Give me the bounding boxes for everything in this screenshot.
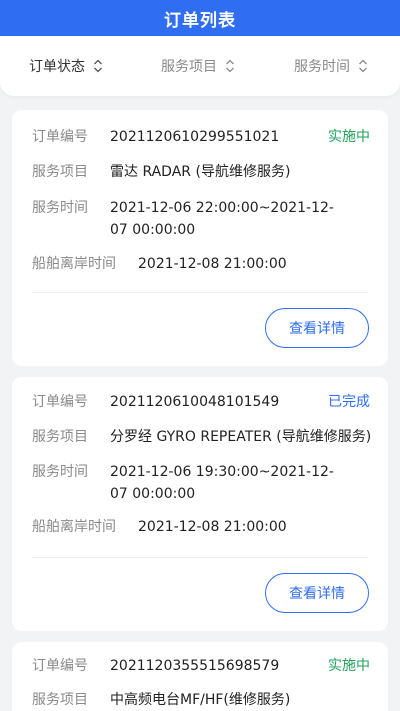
app-header: 订单列表 [0, 0, 400, 36]
filter-label: 服务时间 [294, 59, 350, 75]
filter-bar: 订单状态 服务项目 服务时间 [0, 36, 400, 96]
filter-service-item[interactable]: 服务项目 [161, 56, 235, 76]
departure-time-value: 2021-12-08 21:00:00 [138, 519, 287, 535]
divider [32, 292, 368, 293]
order-card[interactable]: 订单编号 2021120610299551021 实施中 服务项目 雷达 RAD… [12, 110, 388, 366]
service-item-label: 服务项目 [32, 429, 88, 445]
service-item-value: 雷达 RADAR (导航维修服务) [110, 164, 291, 180]
status-badge: 实施中 [328, 129, 370, 145]
filter-service-time[interactable]: 服务时间 [294, 56, 368, 76]
divider [32, 557, 368, 558]
service-time-value: 2021-12-06 22:00:00~2021-12-07 00:00:00 [110, 200, 334, 238]
departure-time-label: 船舶离岸时间 [32, 256, 116, 272]
view-details-button[interactable]: 查看详情 [265, 573, 369, 613]
filter-label: 订单状态 [29, 59, 85, 75]
service-item-value: 中高频电台MF/HF(维修服务) [110, 692, 291, 708]
order-no-label: 订单编号 [32, 658, 88, 674]
order-no-label: 订单编号 [32, 394, 88, 410]
order-no-label: 订单编号 [32, 129, 88, 145]
status-badge: 已完成 [328, 394, 370, 410]
status-badge: 实施中 [328, 658, 370, 674]
service-time-label: 服务时间 [32, 200, 88, 216]
view-details-button[interactable]: 查看详情 [265, 308, 369, 348]
service-time-row: 服务时间 2021-12-06 19:30:00~2021-12-07 00:0… [32, 461, 374, 505]
departure-time-label: 船舶离岸时间 [32, 519, 116, 535]
sort-icon [226, 59, 234, 73]
filter-order-status[interactable]: 订单状态 [29, 56, 103, 76]
order-card[interactable]: 订单编号 2021120610048101549 已完成 服务项目 分罗经 GY… [12, 377, 388, 631]
service-time-label: 服务时间 [32, 464, 88, 480]
order-card[interactable]: 订单编号 2021120355515698579 实施中 服务项目 中高频电台M… [12, 642, 388, 711]
sort-icon [359, 59, 367, 73]
service-item-label: 服务项目 [32, 692, 88, 708]
filter-label: 服务项目 [161, 59, 217, 75]
service-time-row: 服务时间 2021-12-06 22:00:00~2021-12-07 00:0… [32, 197, 374, 241]
service-time-value: 2021-12-06 19:30:00~2021-12-07 00:00:00 [110, 464, 334, 502]
page-title: 订单列表 [164, 10, 236, 31]
service-item-value: 分罗经 GYRO REPEATER (导航维修服务) [110, 429, 372, 445]
sort-icon [94, 59, 102, 73]
departure-time-value: 2021-12-08 21:00:00 [138, 256, 287, 272]
service-item-label: 服务项目 [32, 164, 88, 180]
